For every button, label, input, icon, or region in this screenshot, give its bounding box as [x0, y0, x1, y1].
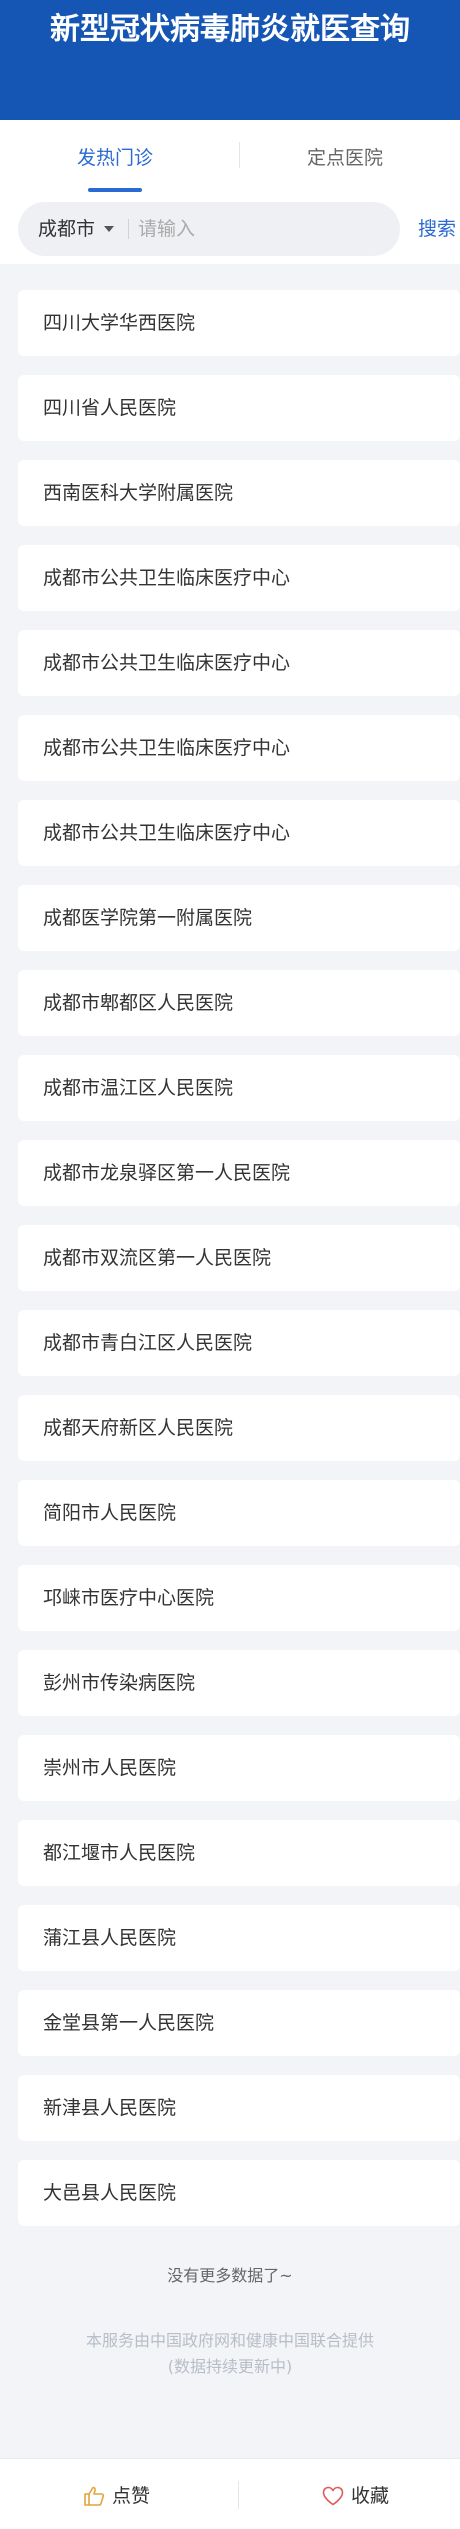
- hospital-list-item[interactable]: 彭州市传染病医院: [18, 1650, 460, 1716]
- search-button[interactable]: 搜索: [418, 202, 456, 256]
- city-selector[interactable]: 成都市: [38, 202, 95, 256]
- like-button[interactable]: 点赞: [0, 2459, 230, 2529]
- heart-icon: [322, 2486, 344, 2506]
- favorite-button[interactable]: 收藏: [230, 2459, 460, 2529]
- hospital-list-item[interactable]: 成都市公共卫生临床医疗中心: [18, 800, 460, 866]
- list-end-message: 没有更多数据了~: [167, 2266, 293, 2285]
- tab-bar: 发热门诊 定点医院: [0, 120, 460, 202]
- hospital-list-item[interactable]: 大邑县人民医院: [18, 2160, 460, 2226]
- hospital-list-item[interactable]: 四川省人民医院: [18, 375, 460, 441]
- hospital-list-item[interactable]: 成都市温江区人民医院: [18, 1055, 460, 1121]
- tab-designated-hospital[interactable]: 定点医院: [230, 120, 460, 202]
- hospital-list-item[interactable]: 都江堰市人民医院: [18, 1820, 460, 1886]
- hospital-list-item[interactable]: 西南医科大学附属医院: [18, 460, 460, 526]
- hospital-list-item[interactable]: 崇州市人民医院: [18, 1735, 460, 1801]
- thumbs-up-icon: [84, 2486, 105, 2506]
- favorite-label: 收藏: [351, 2485, 390, 2507]
- footer-bar: 点赞 收藏: [0, 2458, 460, 2529]
- credit-notice: 本服务由中国政府网和健康中国联合提供 (数据持续更新中): [0, 2328, 460, 2380]
- search-bar: 成都市 搜索: [0, 202, 460, 264]
- hospital-list-item[interactable]: 成都市郫都区人民医院: [18, 970, 460, 1036]
- credit-line: 本服务由中国政府网和健康中国联合提供: [85, 2331, 374, 2350]
- page-title: 新型冠状病毒肺炎就医查询: [50, 12, 410, 47]
- like-label: 点赞: [112, 2485, 151, 2507]
- search-divider: [128, 219, 129, 239]
- hospital-list-item[interactable]: 邛崃市医疗中心医院: [18, 1565, 460, 1631]
- caret-down-icon[interactable]: [104, 226, 114, 232]
- search-box: 成都市: [18, 202, 400, 256]
- hospital-list-item[interactable]: 金堂县第一人民医院: [18, 1990, 460, 2056]
- hospital-list: 四川大学华西医院 四川省人民医院 西南医科大学附属医院 成都市公共卫生临床医疗中心 成都…: [18, 290, 460, 2245]
- hospital-list-item[interactable]: 成都市青白江区人民医院: [18, 1310, 460, 1376]
- hospital-list-item[interactable]: 新津县人民医院: [18, 2075, 460, 2141]
- hospital-list-item[interactable]: 成都天府新区人民医院: [18, 1395, 460, 1461]
- header-banner: 新型冠状病毒肺炎就医查询: [0, 0, 460, 120]
- hospital-list-item[interactable]: 简阳市人民医院: [18, 1480, 460, 1546]
- hospital-list-item[interactable]: 成都市双流区第一人民医院: [18, 1225, 460, 1291]
- hospital-list-item[interactable]: 成都市公共卫生临床医疗中心: [18, 545, 460, 611]
- hospital-list-item[interactable]: 成都市龙泉驿区第一人民医院: [18, 1140, 460, 1206]
- hospital-list-item[interactable]: 成都市公共卫生临床医疗中心: [18, 630, 460, 696]
- hospital-list-item[interactable]: 蒲江县人民医院: [18, 1905, 460, 1971]
- search-input[interactable]: [138, 202, 388, 256]
- hospital-list-item[interactable]: 成都市公共卫生临床医疗中心: [18, 715, 460, 781]
- hospital-list-item[interactable]: 四川大学华西医院: [18, 290, 460, 356]
- hospital-list-item[interactable]: 成都医学院第一附属医院: [18, 885, 460, 951]
- credit-update-note: (数据持续更新中): [167, 2357, 293, 2376]
- active-tab-indicator: [88, 188, 142, 192]
